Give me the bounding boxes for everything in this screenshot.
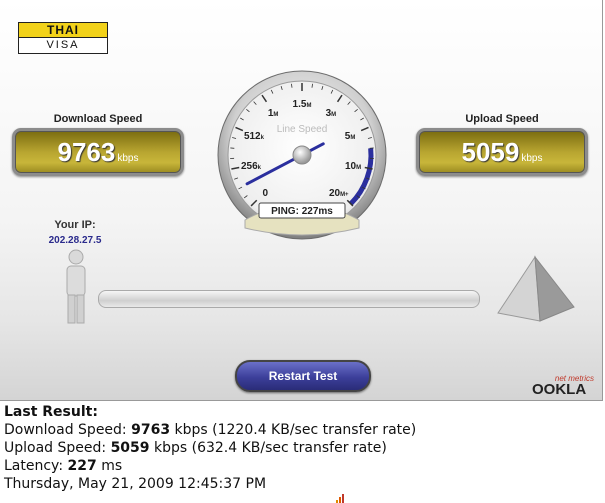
result-upload-suffix: kbps (632.4 KB/sec transfer rate) bbox=[153, 440, 387, 456]
thaivisa-logo[interactable]: THAI VISA bbox=[18, 22, 108, 54]
result-latency-suffix: ms bbox=[101, 458, 123, 474]
logo-line2: VISA bbox=[19, 37, 107, 53]
ping-value: 227 bbox=[302, 206, 319, 217]
result-latency-prefix: Latency: bbox=[4, 458, 64, 474]
upload-speed-box: 5059 kbps bbox=[416, 128, 588, 176]
line-speed-gauge: 0256k512k1M1.5M3M5M10M20M+ Line Speed PI… bbox=[217, 70, 387, 240]
result-download: Download Speed: 9763 kbps (1220.4 KB/sec… bbox=[4, 421, 604, 439]
result-latency-value: 227 bbox=[67, 458, 97, 474]
signal-bars-icon bbox=[336, 493, 346, 503]
ip-label: Your IP: bbox=[54, 219, 96, 231]
download-title: Download Speed bbox=[53, 113, 143, 125]
speedtest-panel: THAI VISA Download Speed 9763 kbps Upload… bbox=[0, 0, 603, 401]
server-pyramid-icon bbox=[497, 255, 575, 322]
gauge-hub bbox=[292, 145, 312, 165]
transfer-pipe bbox=[98, 290, 480, 308]
restart-test-button[interactable]: Restart Test bbox=[235, 360, 371, 392]
result-upload-value: 5059 bbox=[110, 440, 150, 456]
result-upload: Upload Speed: 5059 kbps (632.4 KB/sec tr… bbox=[4, 439, 604, 457]
result-latency: Latency: 227 ms bbox=[4, 457, 604, 475]
upload-value: 5059 bbox=[461, 137, 520, 167]
gauge-title: Line Speed bbox=[277, 124, 328, 135]
user-figure-icon bbox=[66, 249, 86, 324]
result-download-value: 9763 bbox=[131, 422, 171, 438]
upload-title: Upload Speed bbox=[465, 113, 539, 125]
download-speed-box: 9763 kbps bbox=[12, 128, 184, 176]
ping-readout: PING: 227ms bbox=[271, 206, 333, 217]
gauge-tick-label: 0 bbox=[262, 188, 268, 199]
last-result-heading: Last Result: bbox=[4, 404, 98, 420]
ping-label: PING: bbox=[271, 206, 299, 217]
ip-address: 202.28.27.5 bbox=[48, 235, 102, 246]
result-timestamp: Thursday, May 21, 2009 12:45:37 PM bbox=[4, 476, 267, 492]
result-download-prefix: Download Speed: bbox=[4, 422, 127, 438]
result-upload-prefix: Upload Speed: bbox=[4, 440, 107, 456]
download-value: 9763 bbox=[57, 137, 116, 167]
result-download-suffix: kbps (1220.4 KB/sec transfer rate) bbox=[174, 422, 417, 438]
ping-unit: ms bbox=[318, 206, 333, 217]
logo-line1: THAI bbox=[19, 23, 107, 37]
ookla-name: OOKLA bbox=[532, 381, 587, 398]
download-unit: kbps bbox=[117, 153, 139, 164]
last-result: Last Result: Download Speed: 9763 kbps (… bbox=[4, 403, 604, 493]
upload-unit: kbps bbox=[521, 153, 543, 164]
ookla-logo[interactable]: net metrics OOKLA bbox=[530, 374, 600, 398]
